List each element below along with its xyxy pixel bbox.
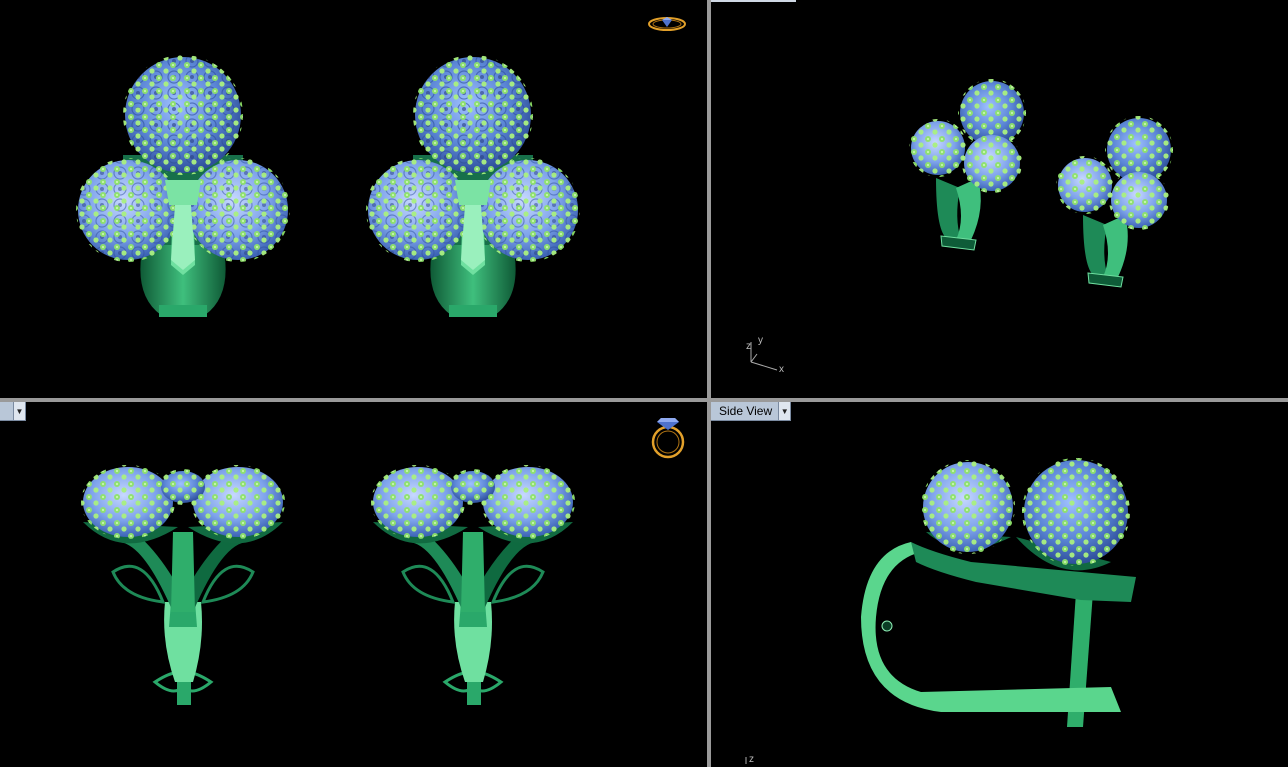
viewport-top[interactable]: ▼ [0, 402, 707, 767]
perspective-render: x y z [746, 78, 1174, 375]
viewport-perspective[interactable]: x y z [711, 0, 1288, 398]
front-render [76, 55, 580, 317]
earring-front-right [366, 55, 580, 317]
axis-y-label: y [758, 335, 763, 346]
app-window: x y z ▼ z Side View ▼ [0, 0, 1288, 767]
earring-front-left [76, 55, 290, 317]
earring-top-left [79, 463, 287, 707]
top-render [79, 463, 577, 707]
chevron-down-icon[interactable]: ▼ [13, 402, 25, 420]
viewport-tab-stub [711, 0, 796, 2]
viewport-menu-side[interactable]: Side View ▼ [711, 402, 792, 421]
gem-icon[interactable] [648, 412, 688, 462]
viewport-label-side: Side View [719, 404, 773, 418]
viewport-front[interactable] [0, 0, 707, 398]
axis-indicator [750, 342, 778, 371]
axis-z-label: z [746, 341, 751, 352]
viewport-menu-top[interactable]: ▼ [0, 402, 26, 421]
chevron-down-icon[interactable]: ▼ [778, 402, 791, 420]
earring-top-right [369, 463, 577, 707]
earring-perspective-right [1055, 115, 1174, 288]
axis-x-label: x [779, 364, 784, 375]
side-render: z [745, 458, 1136, 765]
axis-z-label-side: z [749, 754, 754, 765]
earring-perspective-left [908, 78, 1027, 251]
viewport-side[interactable]: z Side View ▼ [711, 402, 1288, 767]
ring-icon[interactable] [646, 12, 688, 36]
